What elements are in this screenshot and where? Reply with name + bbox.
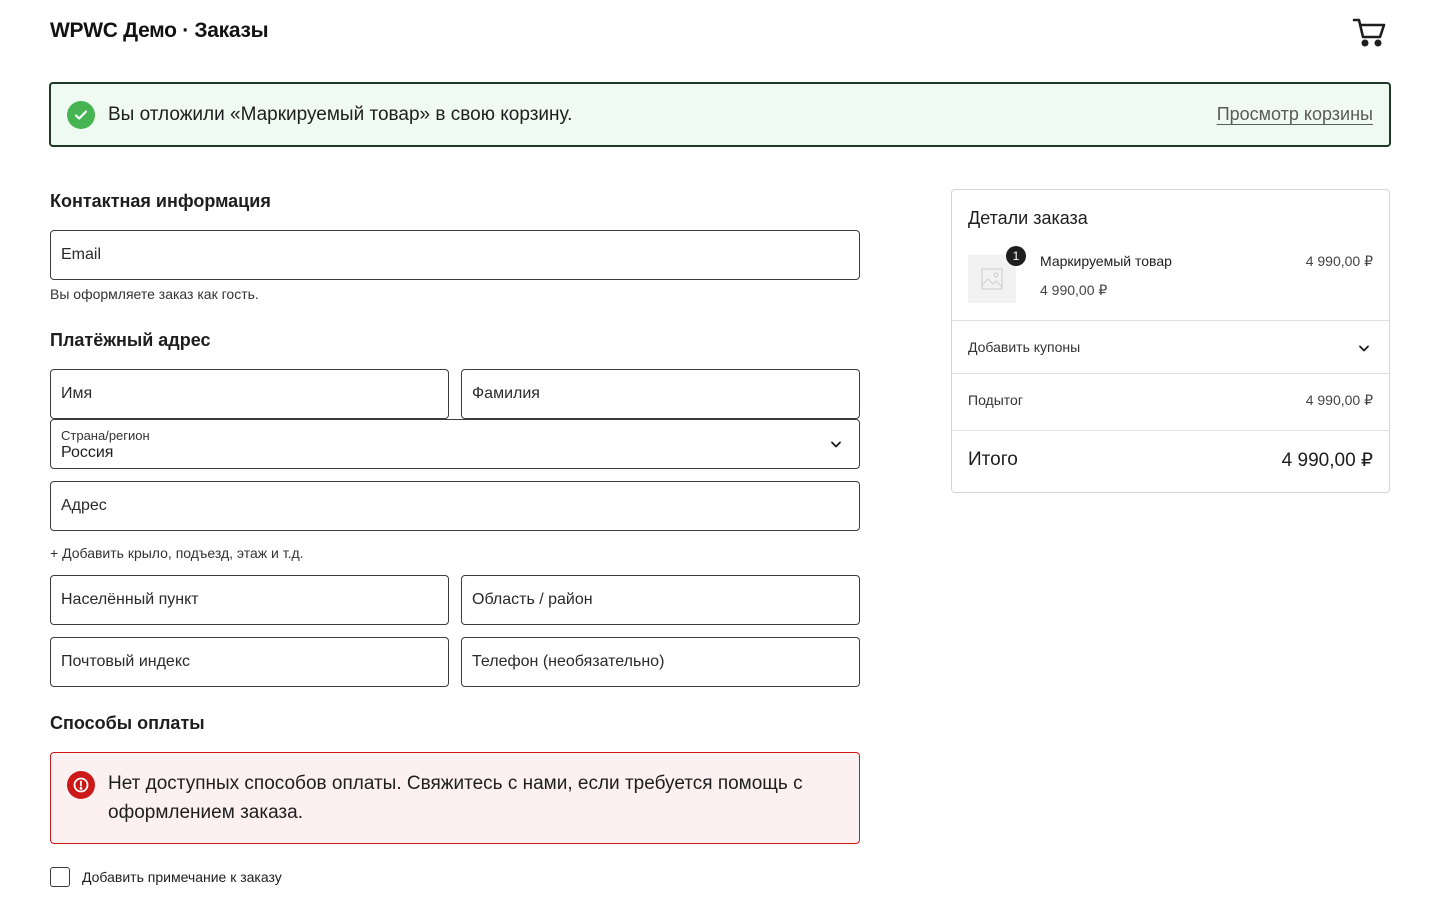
chevron-down-icon [829,437,843,451]
subtotal-value: 4 990,00 ₽ [1305,392,1373,408]
order-summary: Детали заказа 1 Маркируемый товар 4 990,… [951,189,1390,493]
state-field[interactable] [461,575,860,625]
guest-hint: Вы оформляете заказ как гость. [50,286,259,302]
city-field[interactable] [50,575,449,625]
product-unit-price: 4 990,00 ₽ [1040,282,1108,298]
add-coupons-label: Добавить купоны [968,339,1081,355]
total-value: 4 990,00 ₽ [1281,450,1373,471]
last-name-input[interactable] [462,370,859,418]
quantity-badge: 1 [1006,246,1026,266]
product-name: Маркируемый товар [1040,253,1172,269]
address-field[interactable] [50,481,860,531]
order-note-checkbox[interactable] [50,867,70,887]
city-input[interactable] [51,576,448,624]
notice-message: Вы отложили «Маркируемый товар» в свою к… [108,103,573,125]
total-label: Итого [968,449,1018,470]
email-field[interactable] [50,230,860,280]
first-name-input[interactable] [51,370,448,418]
order-note-toggle[interactable]: Добавить примечание к заказу [50,867,282,887]
cart-icon[interactable] [1352,15,1386,49]
last-name-field[interactable] [461,369,860,419]
add-address-line-link[interactable]: + Добавить крыло, подъезд, этаж и т.д. [50,545,304,561]
payment-error-message: Нет доступных способов оплаты. Свяжитесь… [108,773,803,823]
state-input[interactable] [462,576,859,624]
address-input[interactable] [51,482,859,530]
contact-section-title: Контактная информация [50,191,271,211]
add-coupons-toggle[interactable]: Добавить купоны [952,321,1389,374]
country-label: Страна/регион [61,428,150,443]
success-notice: Вы отложили «Маркируемый товар» в свою к… [49,82,1391,147]
subtotal-label: Подытог [968,392,1023,408]
divider [952,373,1389,374]
site-title[interactable]: WPWC Демо · Заказы [50,19,269,43]
postcode-input[interactable] [51,638,448,686]
divider [952,430,1389,431]
payment-error-notice: Нет доступных способов оплаты. Свяжитесь… [50,752,860,844]
product-line-price: 4 990,00 ₽ [1305,253,1373,269]
billing-section-title: Платёжный адрес [50,330,211,350]
view-cart-link[interactable]: Просмотр корзины [1217,104,1373,125]
order-summary-title: Детали заказа [968,208,1088,228]
country-select[interactable]: Страна/регион Россия [50,419,860,469]
payment-section-title: Способы оплаты [50,713,205,733]
country-value: Россия [61,444,114,461]
email-input[interactable] [51,231,859,279]
phone-input[interactable] [462,638,859,686]
order-note-label: Добавить примечание к заказу [82,869,282,885]
postcode-field[interactable] [50,637,449,687]
phone-field[interactable] [461,637,860,687]
first-name-field[interactable] [50,369,449,419]
check-circle-icon [67,100,95,129]
chevron-down-icon [1357,341,1371,355]
alert-circle-icon [67,771,95,799]
